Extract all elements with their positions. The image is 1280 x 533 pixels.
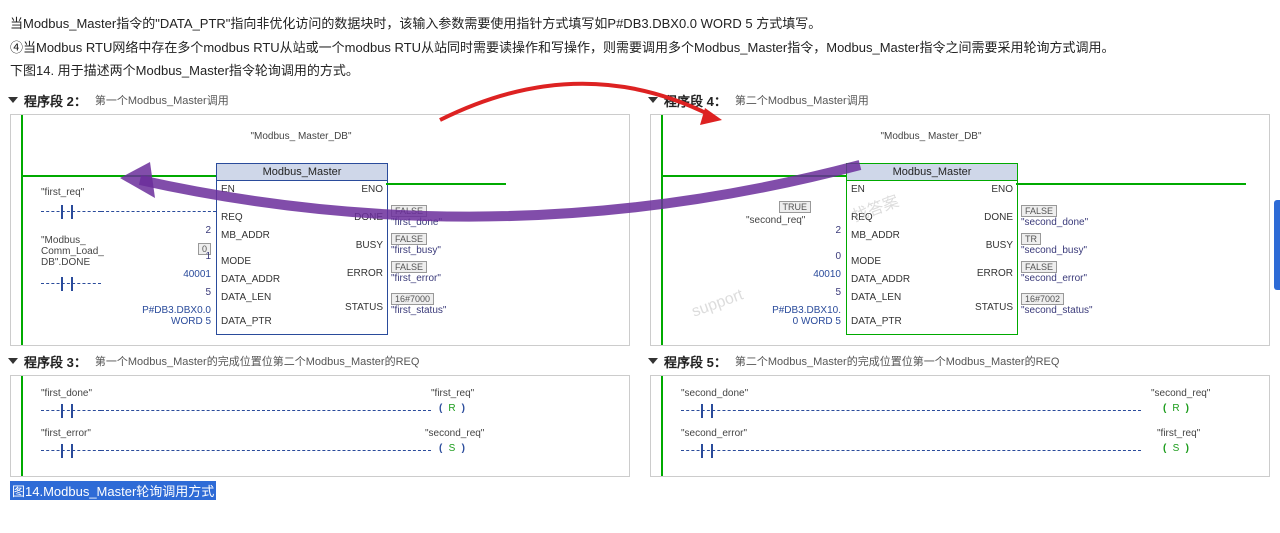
net5-diagram: "second_done" "second_req" R "second_err… [650,375,1270,477]
collapse-icon[interactable] [8,97,18,103]
net2-title: 程序段 2： [24,91,87,110]
contact-icon [41,211,101,212]
net2-desc: 第一个Modbus_Master调用 [95,92,229,108]
set-coil-icon: S [443,443,461,457]
net4-diagram: "Modbus_ Master_DB" Modbus_Master EN REQ… [650,114,1270,346]
collapse-icon[interactable] [648,97,658,103]
collapse-icon[interactable] [648,358,658,364]
reset-coil-icon: R [443,403,461,417]
net3-diagram: "first_done" "first_req" R "first_error"… [10,375,630,477]
reset-coil-icon: R [1167,403,1185,417]
db-name: "Modbus_ Master_DB" [871,131,991,142]
first-req-tag: "first_req" [41,187,84,198]
net4-desc: 第二个Modbus_Master调用 [735,92,869,108]
figure-caption: 图14.Modbus_Master轮询调用方式 [10,481,216,500]
db-name: "Modbus_ Master_DB" [241,131,361,142]
block-header: Modbus_Master [847,164,1017,181]
net5-title: 程序段 5： [664,352,727,371]
side-tag: "Modbus_ Comm_Load_ DB".DONE [41,235,104,268]
modbus-master-block[interactable]: Modbus_Master EN REQ MB_ADDR MODE DATA_A… [216,163,388,335]
contact-icon [41,283,101,284]
net3-desc: 第一个Modbus_Master的完成位置位第二个Modbus_Master的R… [95,353,420,369]
net5-desc: 第二个Modbus_Master的完成位置位第一个Modbus_Master的R… [735,353,1060,369]
net3-title: 程序段 3： [24,352,87,371]
net4-title: 程序段 4： [664,91,727,110]
block-header: Modbus_Master [217,164,387,181]
paragraph-1: 当Modbus_Master指令的"DATA_PTR"指向非优化访问的数据块时，… [10,14,1270,34]
collapse-icon[interactable] [8,358,18,364]
top-row: 程序段 2： 第一个Modbus_Master调用 "Modbus_ Maste… [10,85,1270,346]
modbus-master-block[interactable]: Modbus_Master EN REQ MB_ADDR MODE DATA_A… [846,163,1018,335]
second-req-tag: "second_req" [746,215,805,226]
paragraph-3: 下图14. 用于描述两个Modbus_Master指令轮询调用的方式。 [10,61,1270,81]
paragraph-2: ④当Modbus RTU网络中存在多个modbus RTU从站或一个modbus… [10,38,1270,58]
set-coil-icon: S [1167,443,1185,457]
net3-header[interactable]: 程序段 3： 第一个Modbus_Master的完成位置位第二个Modbus_M… [10,352,630,371]
bottom-row: 程序段 3： 第一个Modbus_Master的完成位置位第二个Modbus_M… [10,346,1270,477]
net4-header[interactable]: 程序段 4： 第二个Modbus_Master调用 [650,91,1270,110]
net2-header[interactable]: 程序段 2： 第一个Modbus_Master调用 [10,91,630,110]
net5-header[interactable]: 程序段 5： 第二个Modbus_Master的完成位置位第一个Modbus_M… [650,352,1270,371]
side-handle[interactable] [1274,200,1280,290]
net2-diagram: "Modbus_ Master_DB" Modbus_Master EN REQ… [10,114,630,346]
watermark: support [690,286,746,321]
